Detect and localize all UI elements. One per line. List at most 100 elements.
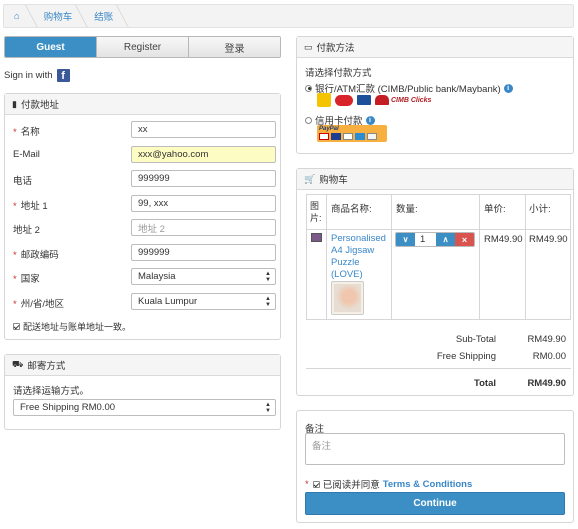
field-label-email: E-Mail [13, 149, 40, 160]
paypal-logo: PayPal [319, 126, 339, 132]
total-value: RM49.90 [527, 378, 566, 389]
payment-panel-header: ▭ 付款方法 [297, 37, 573, 58]
field-label-country: * 国家 [13, 274, 40, 285]
postcode-input[interactable]: 999999 [131, 244, 276, 261]
select-arrows-icon: ▲ ▼ [265, 295, 271, 308]
signin-row: Sign in with f [4, 69, 70, 82]
cart-header-image: 图片: [310, 201, 322, 223]
remove-item-button[interactable]: × [455, 233, 474, 246]
signin-label: Sign in with [4, 70, 53, 81]
product-name-link[interactable]: Personalised A4 Jigsaw Puzzle (LOVE) [331, 233, 387, 281]
cart-header-subtotal: 小计: [529, 204, 551, 215]
breadcrumb-item-cart[interactable]: 购物车 [36, 5, 87, 27]
terms-link[interactable]: Terms & Conditions [383, 479, 473, 490]
home-icon: ⌂ [14, 10, 20, 22]
shipping-cost-value: RM0.00 [532, 351, 566, 362]
maybank-logo [317, 93, 331, 107]
subtotal-value: RM49.90 [527, 334, 566, 345]
card-brand-icons [319, 133, 385, 140]
phone-input[interactable]: 999999 [131, 170, 276, 187]
email-input[interactable]: xxx@yahoo.com [131, 146, 276, 163]
product-image[interactable] [331, 281, 364, 315]
same-address-row: 配送地址与账单地址一致。 [13, 320, 131, 333]
name-input[interactable]: xx [131, 121, 276, 138]
select-arrows-icon: ▲ ▼ [265, 270, 271, 283]
shipping-method-select[interactable]: Free Shipping RM0.00 ▲ ▼ [13, 399, 276, 416]
item-subtotal: RM49.90 [529, 234, 568, 245]
credit-card-radio[interactable] [305, 116, 312, 124]
payment-prompt: 请选择付款方式 [305, 68, 372, 79]
cart-table: 图片: 商品名称: 数量: 单价: 小计: Personalised A4 Ji… [306, 194, 571, 320]
shipping-panel-header: ⛟ 邮寄方式 [5, 355, 280, 376]
info-icon[interactable]: i [365, 115, 375, 125]
account-tabs: Guest Register 登录 [4, 36, 281, 58]
public-bank-logo [335, 94, 353, 106]
continue-button[interactable]: Continue [305, 492, 565, 515]
facebook-icon[interactable]: f [56, 69, 70, 82]
field-label-name: * 名称 [13, 127, 40, 138]
credit-card-icon: ▭ [304, 41, 313, 52]
same-address-label: 配送地址与账单地址一致。 [23, 322, 132, 332]
breadcrumb-item-checkout[interactable]: 结账 [86, 5, 127, 27]
item-price: RM49.90 [484, 234, 523, 245]
quantity-stepper[interactable]: ∨ 1 ∧ × [395, 232, 475, 247]
cart-icon: 🛒 [304, 173, 316, 184]
subtotal-label: Sub-Total [455, 334, 496, 345]
info-icon[interactable]: i [503, 83, 513, 93]
close-icon: × [461, 234, 468, 245]
truck-logo-icon [357, 95, 371, 105]
field-label-region: * 州/省/地区 [13, 299, 64, 310]
field-label-address1: * 地址 1 [13, 201, 48, 212]
payment-method-panel: ▭ 付款方法 请选择付款方式 银行/ATM汇款 (CIMB/Public bank… [296, 36, 574, 154]
bank-transfer-radio[interactable] [305, 84, 312, 92]
chevron-up-icon: ∧ [442, 235, 449, 244]
totals-divider [306, 368, 571, 369]
billing-panel-header: ▮ 付款地址 [5, 94, 280, 115]
decrease-qty-button[interactable]: ∨ [396, 233, 415, 246]
agree-terms-row: * 已阅读并同意 Terms & Conditions [305, 478, 473, 492]
increase-qty-button[interactable]: ∧ [436, 233, 455, 246]
agree-terms-checkbox[interactable] [312, 480, 320, 488]
quantity-input[interactable]: 1 [415, 233, 436, 246]
truck-icon: ⛟ [12, 359, 24, 369]
book-icon: ▮ [12, 98, 17, 109]
agree-terms-label: 已阅读并同意 [322, 480, 380, 491]
cimb-clicks-logo: CIMB Clicks [375, 95, 431, 105]
notes-panel: 备注 备注 * 已阅读并同意 Terms & Conditions Contin… [296, 410, 574, 523]
region-select[interactable]: Kuala Lumpur ▲ ▼ [131, 293, 276, 310]
chevron-down-icon: ∨ [402, 235, 409, 244]
breadcrumb: ⌂ 购物车 结账 [3, 4, 574, 28]
cart-panel-header: 🛒 购物车 [297, 169, 573, 190]
tab-login[interactable]: 登录 [188, 37, 280, 57]
payment-panel-title: 付款方法 [316, 43, 355, 54]
country-select[interactable]: Malaysia ▲ ▼ [131, 268, 276, 285]
address1-input[interactable]: 99, xxx [131, 195, 276, 212]
field-label-address2: 地址 2 [13, 225, 40, 236]
shipping-method-panel: ⛟ 邮寄方式 请选择运输方式。 Free Shipping RM0.00 ▲ ▼ [4, 354, 281, 430]
shipping-select-value: Free Shipping RM0.00 [20, 402, 116, 413]
breadcrumb-home[interactable]: ⌂ [4, 5, 36, 27]
address2-input[interactable]: 地址 2 [131, 219, 276, 236]
cart-header-qty: 数量: [396, 204, 418, 215]
tab-guest[interactable]: Guest [5, 37, 96, 57]
field-label-phone: 电话 [13, 176, 33, 187]
region-select-value: Kuala Lumpur [138, 296, 198, 307]
notes-textarea[interactable]: 备注 [305, 433, 565, 465]
cart-header-price: 单价: [484, 204, 506, 215]
product-thumbnail[interactable] [311, 233, 322, 242]
bank-logos: CIMB Clicks [317, 93, 431, 107]
shipping-panel-title: 邮寄方式 [27, 361, 66, 372]
field-label-postcode: * 邮政编码 [13, 250, 59, 261]
select-arrows-icon: ▲ ▼ [265, 401, 271, 414]
shipping-prompt: 请选择运输方式。 [13, 386, 90, 397]
total-label: Total [474, 378, 496, 389]
tab-register[interactable]: Register [96, 37, 188, 57]
cart-header-name: 商品名称: [331, 204, 372, 215]
country-select-value: Malaysia [138, 271, 176, 282]
same-address-checkbox[interactable] [13, 323, 20, 330]
cart-panel-title: 购物车 [319, 175, 348, 186]
paypal-cards-logo: PayPal [317, 125, 387, 142]
billing-address-panel: ▮ 付款地址 * 名称 xx E-Mail xxx@yahoo.com 电话 999… [4, 93, 281, 340]
billing-panel-title: 付款地址 [20, 100, 59, 111]
shipping-cost-label: Free Shipping [436, 351, 496, 362]
